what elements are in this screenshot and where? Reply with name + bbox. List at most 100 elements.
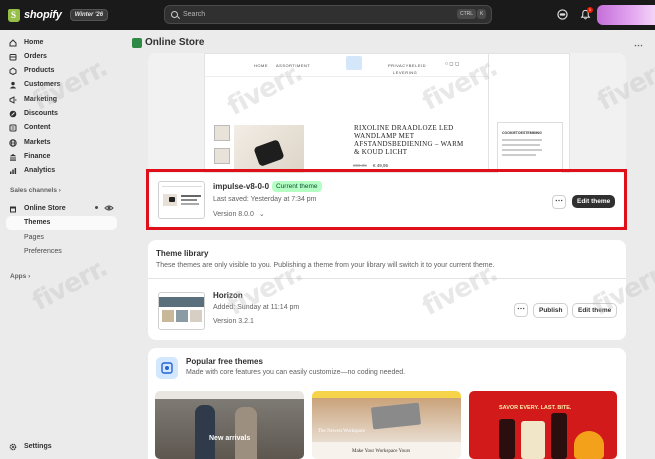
model-figure: [195, 405, 215, 459]
theme-preview[interactable]: HOME ASSORTIMENT PRIVACYBELEID LEVERING …: [148, 53, 626, 173]
cookie-text-line: [502, 139, 542, 141]
marketing-icon: [9, 95, 17, 104]
sidebar-item-label: Settings: [24, 443, 52, 450]
mobile-preview: COOKIETOESTEMMING: [488, 53, 570, 173]
sidebar-item-themes[interactable]: [6, 216, 117, 230]
bottle-image: [499, 419, 515, 459]
chevron-right-icon: ›: [28, 273, 31, 280]
analytics-icon: [10, 167, 17, 174]
shortcut-ctrl: CTRL: [457, 9, 477, 19]
brand-name: shopify: [24, 9, 62, 21]
sidebar-item-label: Analytics: [24, 167, 56, 174]
eye-icon[interactable]: [104, 203, 114, 213]
preview-nav-assortment: ASSORTIMENT: [276, 63, 311, 68]
sidebar-item-home[interactable]: Home: [9, 36, 43, 49]
preview-nav-home: HOME: [254, 63, 268, 68]
horizon-thumbnail: [158, 292, 205, 330]
highlight-box: [146, 169, 627, 230]
sidebar-item-marketing[interactable]: Marketing: [9, 93, 57, 106]
sidebar-item-label: Home: [24, 39, 44, 46]
apps-label: Apps: [10, 273, 27, 280]
shopify-logo[interactable]: shopify Winter '26: [8, 8, 109, 22]
sales-channels-heading[interactable]: Sales channels ›: [10, 187, 61, 194]
search-icon: [171, 11, 178, 18]
gear-icon: [9, 443, 17, 450]
sidebar-item-label: Marketing: [24, 96, 58, 103]
sidekick-icon[interactable]: [557, 9, 568, 20]
bottle-image: [551, 413, 567, 459]
sidebar-item-orders[interactable]: Orders: [9, 50, 47, 63]
more-actions-icon[interactable]: ⋯: [634, 40, 643, 51]
sidebar-item-markets[interactable]: Markets: [9, 136, 50, 149]
products-icon: [9, 66, 17, 75]
sidebar-item-online-store[interactable]: Online Store: [9, 202, 66, 215]
cookie-text-line: [502, 154, 536, 156]
sidebar-sub-pages[interactable]: Pages: [24, 234, 44, 241]
model-figure: [235, 407, 257, 459]
snack-image: [574, 431, 604, 459]
cookie-text-line: [502, 144, 540, 146]
publish-button[interactable]: Publish: [533, 303, 569, 318]
free-theme-card-3[interactable]: SAVOR EVERY. LAST. BITE.: [469, 391, 617, 459]
keyboard-image: [370, 402, 422, 430]
package-image: [521, 421, 545, 459]
library-theme-more-button[interactable]: ⋯: [514, 303, 528, 317]
notification-count: 1: [587, 7, 593, 13]
sidebar-item-label: Finance: [24, 153, 51, 160]
orders-icon: [9, 53, 17, 60]
preview-header-divider: [205, 76, 523, 77]
free-theme-3-headline: SAVOR EVERY. LAST. BITE.: [499, 405, 572, 411]
free-theme-card-1[interactable]: New arrivals: [155, 391, 304, 459]
cookie-dialog: COOKIETOESTEMMING: [497, 122, 563, 173]
globe-icon: [9, 138, 17, 147]
sidebar-item-label: Online Store: [24, 205, 66, 212]
free-themes-title: Popular free themes: [186, 357, 263, 366]
sidebar-item-label: Markets: [24, 139, 51, 146]
sidebar-item-discounts[interactable]: Discounts: [9, 107, 58, 120]
bank-icon: [10, 153, 16, 161]
preview-old-price: €99,95: [353, 163, 367, 168]
theme-library-description: These themes are only visible to you. Pu…: [156, 262, 495, 269]
shopify-bag-icon: [8, 8, 20, 22]
sidebar-item-label: Products: [24, 67, 55, 74]
preview-logo: [346, 56, 362, 70]
theme-library-card: [148, 240, 626, 340]
store-avatar[interactable]: [597, 5, 655, 25]
top-bar: shopify Winter '26 Search CTRL K 1: [0, 0, 655, 30]
apps-heading[interactable]: Apps ›: [10, 273, 30, 280]
sidebar-item-label: Orders: [24, 53, 47, 60]
shortcut-key: K: [477, 9, 487, 19]
search-placeholder: Search: [183, 11, 206, 18]
library-theme-added: Added: Sunday at 11:14 pm: [213, 304, 300, 311]
sidebar-item-content[interactable]: Content: [9, 121, 50, 134]
sidebar-item-label: Customers: [24, 81, 61, 88]
free-theme-2-headline: Make Your Workspace Yours: [352, 449, 411, 454]
sidebar-sub-themes: Themes: [24, 219, 51, 226]
free-theme-card-2[interactable]: The Newest Workspace Make Your Workspace…: [312, 391, 461, 459]
sidebar-item-finance[interactable]: Finance: [9, 150, 50, 163]
page-title: Online Store: [132, 37, 204, 48]
library-edit-theme-button[interactable]: Edit theme: [572, 303, 618, 318]
online-store-icon: [132, 37, 142, 48]
sidebar-item-customers[interactable]: Customers: [9, 78, 61, 91]
preview-header-icons: ○ ◻ ◻: [445, 61, 460, 67]
discounts-icon: [9, 110, 17, 117]
sidebar-item-products[interactable]: Products: [9, 64, 54, 77]
library-theme-name: Horizon: [213, 291, 243, 300]
free-themes-description: Made with core features you can easily c…: [186, 369, 406, 376]
chevron-right-icon: ›: [58, 187, 61, 194]
free-theme-2-subhead: The Newest Workspace: [318, 429, 366, 434]
free-theme-1-headline: New arrivals: [209, 435, 251, 442]
search-bar[interactable]: Search CTRL K: [164, 5, 492, 24]
customers-icon: [9, 81, 17, 88]
library-theme-version: Version 3.2.1: [213, 318, 254, 325]
library-divider: [148, 278, 626, 279]
sidebar-item-analytics[interactable]: Analytics: [9, 164, 55, 177]
sidebar-sub-preferences[interactable]: Preferences: [24, 248, 62, 255]
sidebar-item-label: Discounts: [24, 110, 58, 117]
sidebar-item-label: Content: [24, 124, 51, 131]
sidebar-item-settings[interactable]: Settings: [9, 440, 52, 453]
status-dot: [95, 206, 98, 209]
cookie-text-line: [502, 149, 542, 151]
page-title-text: Online Store: [145, 37, 205, 48]
